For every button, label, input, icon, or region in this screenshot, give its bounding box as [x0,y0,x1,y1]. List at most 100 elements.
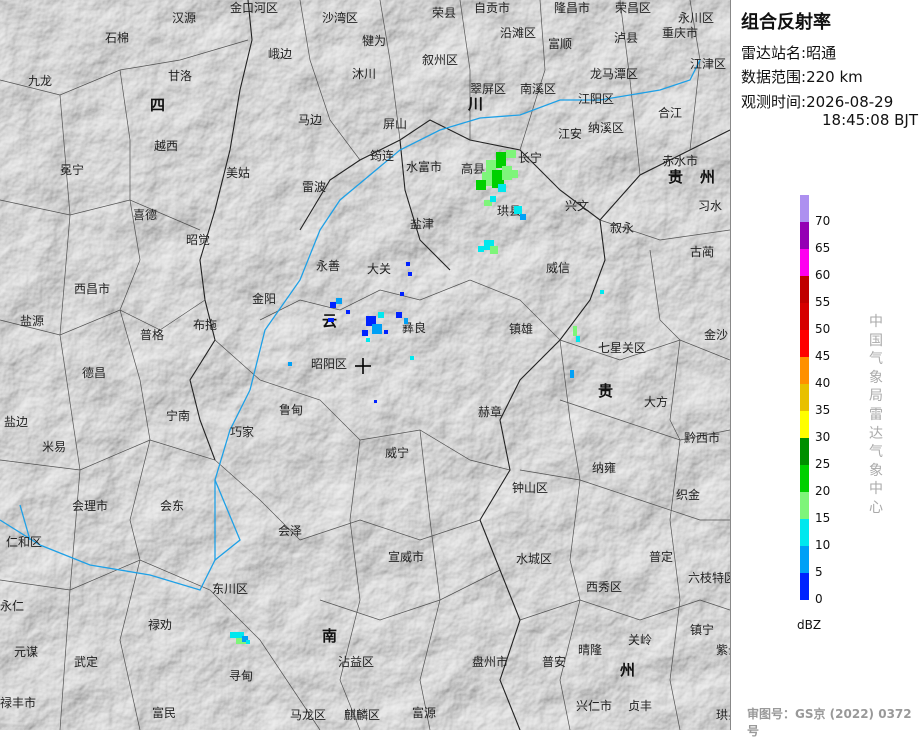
terrain-basemap: 汉源 金口河区沙湾区 荣县 自贡市 隆昌市 荣昌区永川区石棉峨边 犍为叙州区 沿滩区富顺 泸县 重… [0,0,730,730]
place-label: 织金 [676,487,700,502]
place-label: 荣县 [432,6,456,20]
legend-swatch [800,519,809,546]
place-label: 镇宁 [690,622,714,637]
place-label: 麒麟区 [344,707,380,722]
place-label: 重庆市 [662,25,698,40]
place-label: 元谋 [14,645,38,659]
province-name: 州 [619,661,635,679]
place-label: 米易 [42,440,66,454]
place-label: 峨边 [268,47,292,61]
echo-cell [288,362,292,366]
place-label: 大关 [367,262,391,276]
radar-map[interactable]: 汉源 金口河区 沙湾区 荣县 自贡市 隆昌市 荣昌区 永川区 石棉 峨边 犍为 叙州区 沿滩区 富顺 泸县 重… [0,0,730,730]
echo-cell [490,196,496,202]
legend-tick-label: 60 [815,268,831,282]
place-label: 仁和区 [6,535,42,549]
echo-cell [406,262,410,266]
place-label: 大方 [644,394,668,409]
legend-tick-label: 40 [815,376,831,390]
place-label: 筠连 [370,148,394,163]
place-label: 赫章 [478,404,502,419]
place-label: 盐边 [4,415,28,429]
place-label: 九龙 [28,74,52,88]
echo-cell [230,632,244,638]
range-row: 数据范围:220 km [741,66,863,87]
place-label: 鲁甸 [279,403,303,417]
legend-tick-label: 45 [815,349,831,363]
place-label: 沿滩区 [500,26,536,40]
place-label: 习水 [698,199,722,213]
province-name: 四 [150,96,165,114]
legend-swatch [800,330,809,357]
place-label: 禄丰市 [0,695,36,710]
place-label: 威信 [546,261,570,275]
place-label: 金阳 [252,291,276,306]
place-label: 犍为 [362,34,386,48]
place-label: 自贡市 [474,0,510,15]
legend-swatch [800,249,809,276]
echo-cell [600,290,604,294]
place-label: 龙马潭区 [590,67,638,81]
place-label: 六枝特区 [688,570,730,585]
place-label: 越西 [154,139,178,153]
place-label: 永仁 [0,599,24,613]
echo-cell [384,330,388,334]
legend-tick-label: 25 [815,457,831,471]
place-label: 美姑 [226,166,250,180]
echo-cell [410,356,414,360]
place-label: 普定 [649,549,673,564]
place-label: 关岭 [628,633,652,647]
place-label: 东川区 [212,582,248,596]
place-label: 武定 [74,654,98,669]
legend-swatch [800,195,809,222]
place-label: 昭阳区 [311,357,347,371]
province-name: 川 [467,95,483,113]
echo-cell [330,302,336,308]
place-label: 水富市 [406,159,442,174]
time-date: 2026-08-29 [806,93,894,111]
legend-tick-label: 15 [815,511,831,525]
echo-cell [378,312,384,318]
echo-cell [366,338,370,342]
time-row: 观测时间:2026-08-29 [741,91,893,112]
station-label: 雷达站名: [741,44,807,62]
place-label: 合江 [658,105,682,120]
place-label: 赤水市 [662,153,698,168]
time-label: 观测时间: [741,93,807,111]
echo-cell [514,206,522,214]
place-label: 纳溪区 [588,121,624,135]
product-title: 组合反射率 [741,12,831,33]
place-label: 屏山 [383,117,407,131]
legend-swatch [800,357,809,384]
place-label: 昭觉 [186,233,210,247]
place-label: 马龙区 [290,708,326,722]
echo-cell [476,180,486,190]
legend-tick-label: 55 [815,295,831,309]
place-label: 威宁 [385,445,409,460]
place-label: 金口河区 [230,0,278,15]
place-label: 贞丰 [628,699,652,713]
legend-tick-label: 10 [815,538,831,552]
place-label: 晴隆 [578,642,602,657]
province-name: 贵 [598,382,613,400]
place-label: 叙永 [610,221,634,235]
echo-cell [362,330,368,336]
place-label: 叙州区 [422,53,458,67]
range-value: 220 km [806,68,863,86]
place-label: 沐川 [352,67,376,81]
place-label: 禄劝 [148,617,172,632]
echo-cell [506,150,516,158]
place-label: 冕宁 [60,162,84,177]
echo-cell [576,336,580,342]
place-label: 富源 [412,705,436,720]
place-label: 镇雄 [509,321,533,336]
echo-cell [510,170,518,178]
legend-swatch [800,411,809,438]
legend-tick-label: 5 [815,565,823,579]
place-label: 沙湾区 [322,10,358,25]
legend-swatch [800,546,809,573]
legend-tick-label: 50 [815,322,831,336]
place-label: 隆昌市 [554,0,590,15]
place-label: 会理市 [72,498,108,513]
place-label: 宁南 [166,408,190,423]
